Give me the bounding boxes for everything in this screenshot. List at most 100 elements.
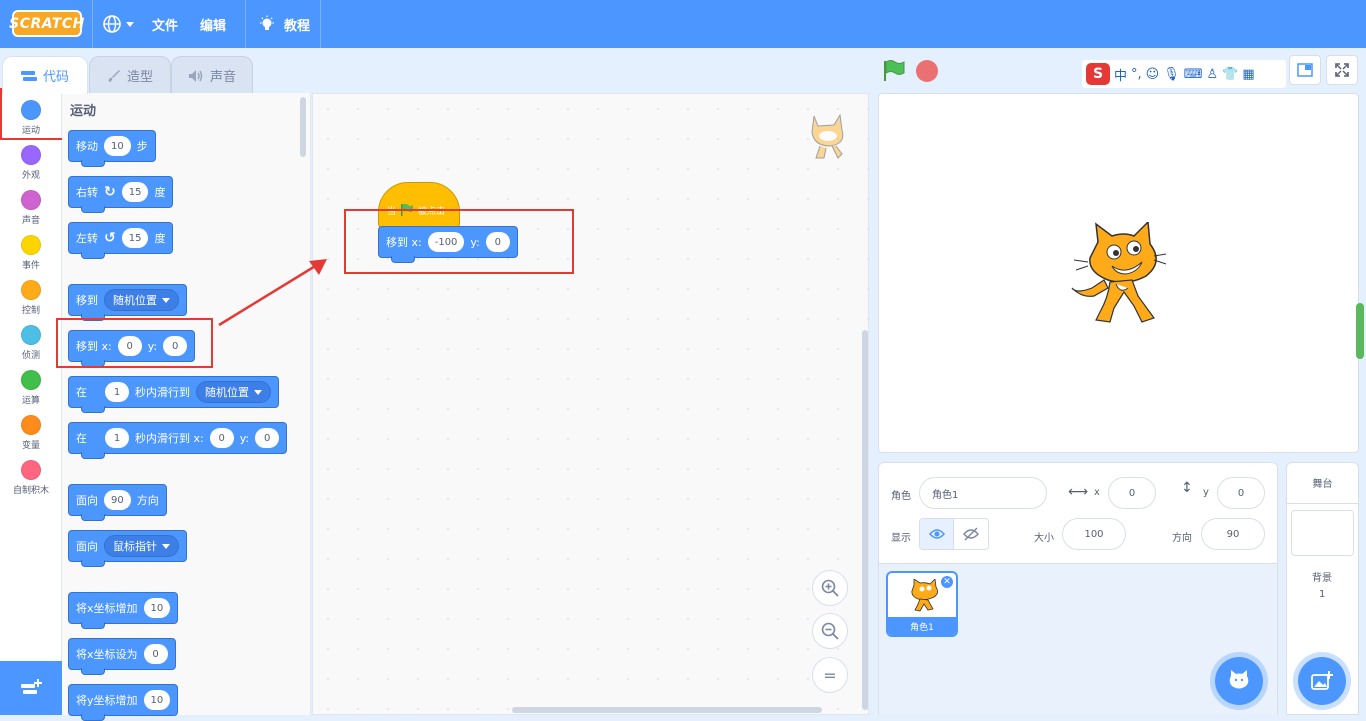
block-change-x[interactable]: 将x坐标增加 10 — [68, 592, 179, 629]
block-input-degrees[interactable]: 15 — [121, 182, 149, 202]
block-dropdown-towards[interactable]: 鼠标指针 — [104, 535, 179, 557]
category-dot — [21, 370, 41, 390]
category-label: 自制积木 — [12, 486, 49, 496]
small-stage-button[interactable] — [1289, 55, 1321, 85]
keyboard-icon: ⌨ — [1183, 66, 1203, 82]
block-text: 右转 — [76, 186, 98, 199]
speaker-icon — [188, 69, 203, 82]
menu-divider — [245, 0, 246, 48]
menu-edit[interactable]: 编辑 — [200, 0, 226, 48]
block-turn-left[interactable]: 左转 ↺ 15 度 — [68, 222, 174, 259]
category-looks[interactable]: 外观 — [0, 140, 62, 185]
category-variables[interactable]: 变量 — [0, 410, 62, 455]
block-text: 移动 — [76, 140, 98, 153]
block-input-degrees[interactable]: 15 — [121, 228, 149, 248]
block-input-direction[interactable]: 90 — [104, 490, 131, 510]
block-change-y[interactable]: 将y坐标增加 10 — [68, 684, 179, 721]
backdrop-thumbnail[interactable] — [1291, 510, 1354, 556]
choose-backdrop-button[interactable] — [1298, 657, 1346, 705]
zoom-in-button[interactable] — [812, 570, 848, 606]
sprite-name-input[interactable]: 角色1 — [919, 477, 1047, 509]
rotate-left-icon: ↺ — [104, 230, 116, 246]
block-text: 左转 — [76, 232, 98, 245]
category-control[interactable]: 控制 — [0, 275, 62, 320]
menu-file[interactable]: 文件 — [152, 0, 178, 48]
block-input-value[interactable]: 10 — [143, 598, 171, 618]
chevron-down-icon — [254, 389, 262, 395]
sprite-x-input[interactable]: 0 — [1108, 477, 1156, 509]
category-dot — [21, 280, 41, 300]
emoji-icon: ☺ — [1145, 66, 1160, 82]
block-move-steps[interactable]: 移动 10 步 — [68, 130, 156, 167]
fullscreen-button[interactable] — [1326, 55, 1358, 85]
sprite-name-label: 角色 — [891, 491, 911, 502]
category-operators[interactable]: 运算 — [0, 365, 62, 410]
category-my-blocks[interactable]: 自制积木 — [0, 455, 62, 500]
sprite-y-input[interactable]: 0 — [1217, 477, 1265, 509]
block-input-seconds[interactable]: 1 — [105, 382, 129, 402]
menu-divider — [92, 0, 93, 48]
tab-sounds[interactable]: 声音 — [171, 56, 253, 94]
tab-costumes-label: 造型 — [126, 70, 153, 85]
sprite-size-input[interactable]: 100 — [1062, 518, 1126, 550]
stage-scroll-indicator — [1356, 303, 1364, 359]
block-input-seconds[interactable]: 1 — [105, 428, 129, 448]
block-goto-target[interactable]: 移到 随机位置 — [68, 284, 187, 321]
block-glide-target[interactable]: 在 1 秒内滑行到 随机位置 — [68, 376, 279, 413]
palette-scrollbar[interactable] — [300, 97, 306, 157]
tab-costumes[interactable]: 造型 — [89, 56, 171, 94]
stop-button[interactable] — [916, 60, 938, 82]
category-sensing[interactable]: 侦测 — [0, 320, 62, 365]
block-dropdown-target[interactable]: 随机位置 — [104, 289, 179, 311]
category-events[interactable]: 事件 — [0, 230, 62, 275]
sogou-logo-icon: S — [1086, 63, 1110, 85]
cat-add-icon — [1229, 670, 1249, 689]
block-glide-xy[interactable]: 在 1 秒内滑行到 x: 0 y: 0 — [68, 422, 288, 459]
menu-tutorials-label: 教程 — [284, 18, 311, 34]
annotation-highlight — [56, 318, 213, 368]
block-input-y[interactable]: 0 — [255, 428, 280, 448]
category-sound[interactable]: 声音 — [0, 185, 62, 230]
zoom-reset-button[interactable]: = — [812, 657, 848, 693]
show-sprite-button[interactable] — [920, 519, 954, 549]
workspace-vertical-scrollbar[interactable] — [862, 330, 868, 710]
green-flag-button[interactable] — [880, 58, 908, 84]
block-set-x[interactable]: 将x坐标设为 0 — [68, 638, 176, 675]
horizontal-arrows-icon: ⟷ — [1068, 484, 1089, 500]
choose-sprite-button[interactable] — [1215, 657, 1263, 705]
block-text: 秒内滑行到 — [135, 386, 190, 399]
language-menu[interactable] — [102, 0, 134, 48]
block-text: y: — [239, 431, 250, 445]
category-label: 外观 — [21, 171, 40, 181]
tab-code[interactable]: 代码 — [2, 56, 88, 94]
block-text: 在 — [76, 432, 87, 445]
workspace-horizontal-scrollbar[interactable] — [512, 707, 822, 713]
category-dot — [21, 460, 41, 480]
block-text: 在 — [76, 386, 87, 399]
block-point-towards[interactable]: 面向 鼠标指针 — [68, 530, 187, 567]
scratch-logo[interactable]: SCRATCH — [9, 10, 84, 37]
user-icon: ♙ — [1206, 66, 1219, 82]
block-text: 面向 — [76, 494, 98, 507]
add-extension-button[interactable] — [0, 661, 62, 715]
brush-icon — [108, 69, 120, 82]
ime-toolbar[interactable]: S 中 °, ☺ 🎙 ⌨ ♙ 👕 ▦ — [1082, 60, 1286, 88]
block-input-value[interactable]: 0 — [143, 644, 168, 664]
block-input-value[interactable]: 10 — [143, 690, 171, 710]
block-input-steps[interactable]: 10 — [104, 136, 131, 156]
zoom-out-button[interactable] — [812, 613, 848, 649]
block-input-x[interactable]: 0 — [209, 428, 234, 448]
hide-sprite-button[interactable] — [954, 519, 988, 549]
block-point-direction[interactable]: 面向 90 方向 — [68, 484, 167, 521]
block-turn-right[interactable]: 右转 ↻ 15 度 — [68, 176, 174, 213]
stage-panel-title: 舞台 — [1286, 462, 1359, 504]
category-dot — [21, 325, 41, 345]
cat-sprite-icon — [1071, 222, 1167, 323]
annotation-arrow-icon — [218, 259, 327, 327]
zoom-out-icon — [821, 622, 839, 640]
block-dropdown-target[interactable]: 随机位置 — [196, 381, 271, 403]
menu-tutorials[interactable]: 教程 — [258, 0, 310, 48]
ime-punctuation-icon: °, — [1131, 66, 1142, 82]
sprite-direction-input[interactable]: 90 — [1201, 518, 1265, 550]
delete-sprite-button[interactable]: ✕ — [940, 575, 954, 589]
